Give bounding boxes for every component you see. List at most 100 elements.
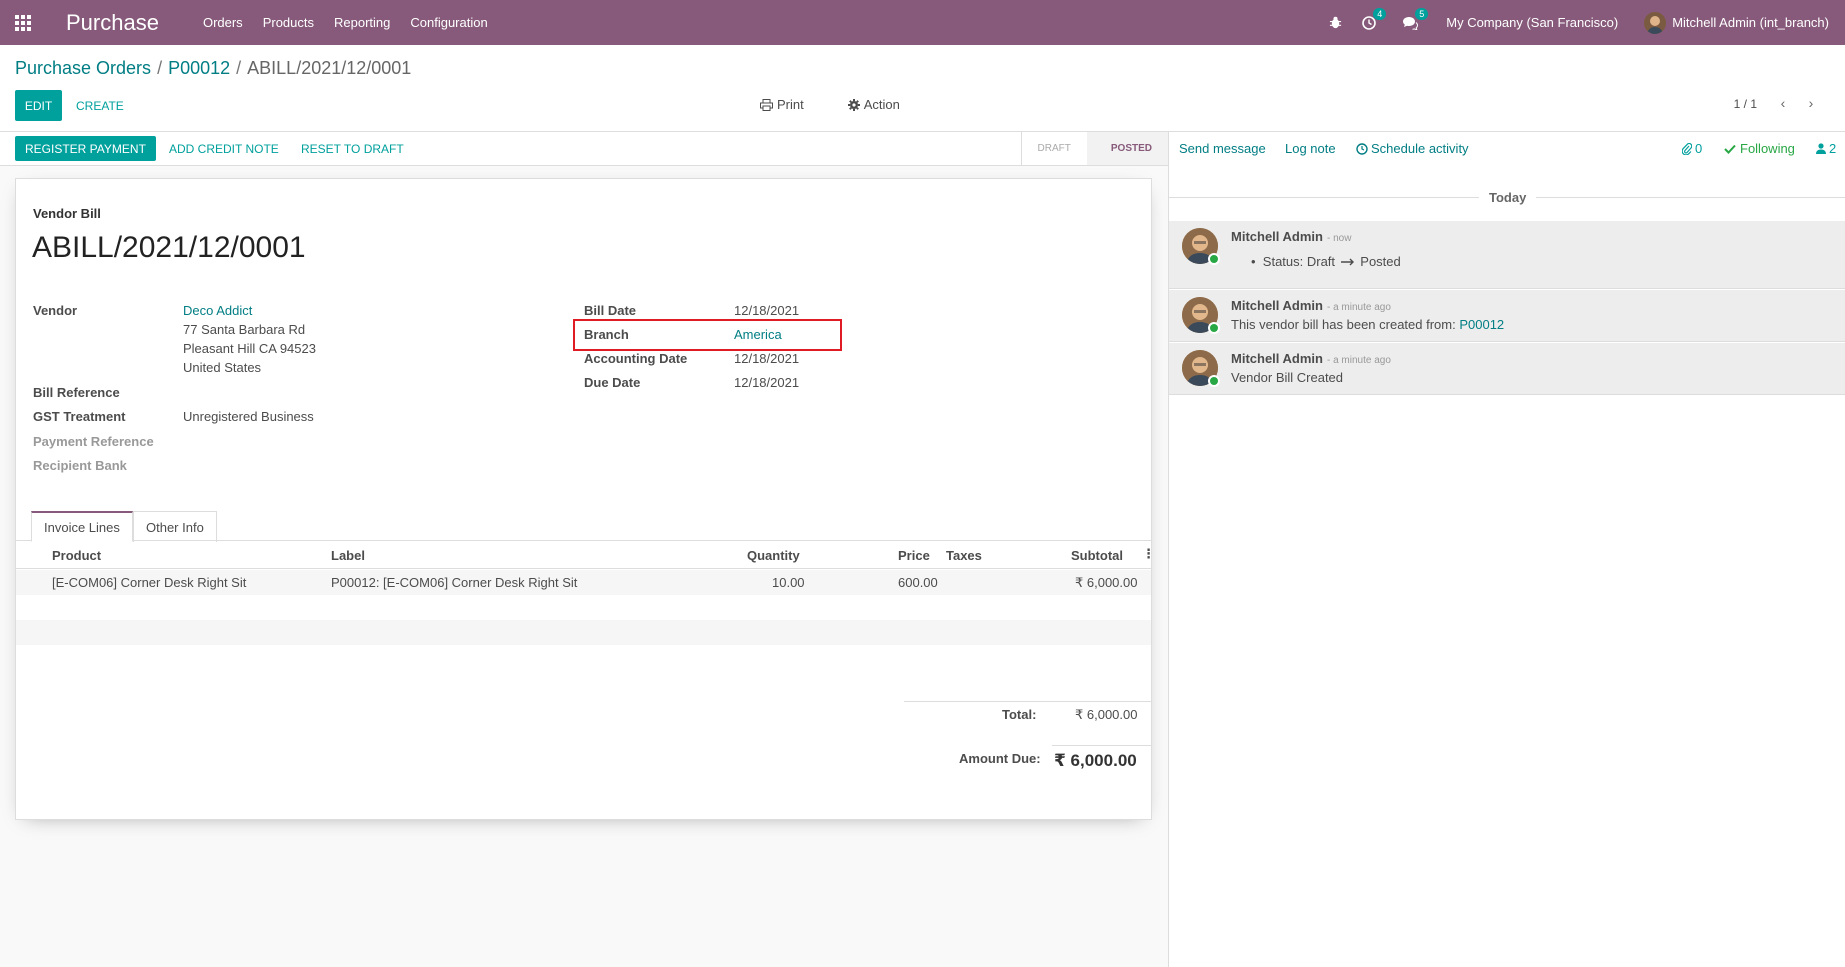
attachments-button[interactable]: 0 [1682,141,1702,156]
breadcrumb-separator: / [236,58,242,78]
online-status-dot [1208,322,1220,334]
stage-draft[interactable]: DRAFT [1022,132,1087,165]
menu-products[interactable]: Products [263,15,314,30]
invoice-lines-header: Product Label Quantity Price Taxes Subto… [16,541,1155,569]
breadcrumb: Purchase Orders / P00012/ABILL/2021/12/000… [15,58,411,79]
chatter-topbar: Send message Log note Schedule activity … [1169,132,1845,166]
column-label[interactable]: Label [331,548,365,563]
bullet-icon: • [1251,254,1263,269]
column-quantity[interactable]: Quantity [747,548,800,563]
send-message-button[interactable]: Send message [1179,141,1266,156]
breadcrumb-p00012[interactable]: P00012 [168,58,230,78]
message-text: This vendor bill has been created from: [1231,317,1460,332]
pager-buttons: ‹ › [1769,95,1825,111]
gst-treatment-label: GST Treatment [33,409,126,424]
column-options-icon[interactable]: ⋮ [1142,546,1155,562]
arrow-right-icon [1340,258,1354,266]
tab-invoice-lines[interactable]: Invoice Lines [31,511,133,542]
paperclip-icon [1682,142,1692,155]
table-row[interactable]: [E-COM06] Corner Desk Right Sit P00012: … [16,570,1151,595]
date-separator: Today [1169,190,1845,205]
message-author[interactable]: Mitchell Admin [1231,351,1323,366]
control-panel: Purchase Orders / P00012/ABILL/2021/12/000… [0,45,1845,132]
user-menu[interactable]: Mitchell Admin (int_branch) [1644,11,1829,34]
print-icon [760,98,773,111]
row-price: 600.00 [898,575,938,590]
create-button[interactable]: CREATE [76,90,124,121]
column-taxes[interactable]: Taxes [946,548,982,563]
recipient-bank-label: Recipient Bank [33,458,127,473]
menu-configuration[interactable]: Configuration [410,15,487,30]
followers-button[interactable]: 2 [1816,141,1836,156]
message-count-badge: 5 [1415,7,1429,20]
edit-button[interactable]: EDIT [15,90,62,121]
vendor-address-line2: Pleasant Hill CA 94523 [183,341,316,356]
online-status-dot [1208,375,1220,387]
branch-link[interactable]: America [734,327,782,342]
print-dropdown[interactable]: Print [760,97,826,112]
chevron-left-icon[interactable]: ‹ [1769,95,1797,111]
message-body: This vendor bill has been created from: … [1231,317,1504,332]
reset-to-draft-button[interactable]: RESET TO DRAFT [301,136,404,161]
message-author[interactable]: Mitchell Admin [1231,298,1323,313]
chatter-message: Mitchell Admin - now • Status: Draft Post… [1169,221,1845,289]
messages-comments-icon[interactable]: 5 [1402,7,1429,30]
check-icon [1724,144,1736,154]
column-price[interactable]: Price [898,548,930,563]
print-label: Print [777,97,804,112]
source-order-link[interactable]: P00012 [1459,317,1504,332]
chevron-right-icon[interactable]: › [1797,95,1825,111]
vendor-address-line1: 77 Santa Barbara Rd [183,322,306,337]
menu-reporting[interactable]: Reporting [334,15,390,30]
following-label: Following [1740,141,1795,156]
separator-line [1536,197,1845,198]
add-credit-note-button[interactable]: ADD CREDIT NOTE [169,136,279,161]
notebook-tabs: Invoice Lines Other Info [16,511,1151,542]
document-type: Vendor Bill [33,206,101,221]
column-subtotal[interactable]: Subtotal [1071,548,1123,563]
amount-due-label: Amount Due: [959,751,1041,766]
menu-orders[interactable]: Orders [203,15,243,30]
systray: 4 5 My Company (San Francisco) Mitchell … [1311,0,1829,45]
amount-due-divider [1052,745,1151,746]
schedule-activity-button[interactable]: Schedule activity [1356,141,1469,156]
register-payment-button[interactable]: REGISTER PAYMENT [15,136,156,161]
chatter-message: Mitchell Admin - a minute ago This vendor… [1169,290,1845,342]
apps-menu-icon[interactable] [0,0,46,45]
gst-treatment-value: Unregistered Business [183,409,314,424]
amount-due-value: ₹ 6,000.00 [1054,751,1137,770]
action-menus: Print Action [760,97,944,112]
breadcrumb-purchase-orders[interactable]: Purchase Orders [15,58,151,78]
pager-value[interactable]: 1 / 1 [1734,97,1757,111]
row-product: [E-COM06] Corner Desk Right Sit [52,575,247,590]
tab-other-info[interactable]: Other Info [133,511,217,542]
tracking-old-value: Status: Draft [1262,254,1336,269]
message-header: Mitchell Admin - a minute ago [1231,298,1391,313]
bug-icon[interactable] [1329,16,1342,29]
tracking-new-value: Posted [1360,254,1401,269]
vendor-label: Vendor [33,303,78,318]
tracking-value: • Status: Draft Posted [1251,254,1401,269]
app-name[interactable]: Purchase [66,10,159,36]
breadcrumb-current: ABILL/2021/12/0001 [247,58,412,78]
row-quantity: 10.00 [772,575,805,590]
column-product[interactable]: Product [52,548,101,563]
following-button[interactable]: Following [1724,141,1795,156]
message-author[interactable]: Mitchell Admin [1231,229,1323,244]
totals-divider [904,701,1151,702]
breadcrumb-separator: / [157,58,163,78]
message-header: Mitchell Admin - now [1231,229,1351,244]
message-time: - a minute ago [1326,355,1391,366]
activity-clock-icon[interactable]: 4 [1362,7,1387,30]
main-menu: Orders Products Reporting Configuration [203,15,508,30]
separator-line [1169,197,1479,198]
row-label: P00012: [E-COM06] Corner Desk Right Sit [331,575,578,590]
company-switcher[interactable]: My Company (San Francisco) [1446,15,1618,30]
message-time: - now [1326,233,1352,244]
action-dropdown[interactable]: Action [847,97,922,112]
message-time: - a minute ago [1326,302,1391,313]
bill-date-label: Bill Date [584,303,637,318]
vendor-link[interactable]: Deco Addict [183,303,252,318]
log-note-button[interactable]: Log note [1285,141,1336,156]
today-label: Today [1489,190,1527,205]
